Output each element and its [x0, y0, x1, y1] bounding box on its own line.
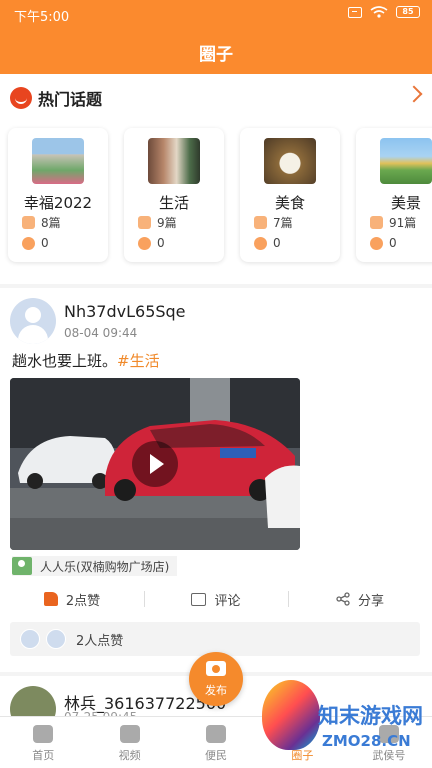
post-body: 趟水也要上班。: [12, 352, 118, 370]
post-text: 趟水也要上班。#生活: [12, 350, 160, 371]
topic-like-count: 0: [370, 236, 397, 250]
topic-card-xingfu[interactable]: 幸福2022 8篇 0: [8, 128, 108, 262]
avatar-body: [18, 325, 48, 344]
watermark: 知末游戏网 ZMO28.CN: [262, 680, 432, 768]
page-title: 圈子: [199, 45, 233, 65]
post-tag[interactable]: #生活: [117, 352, 160, 370]
avatar: [46, 629, 66, 649]
wifi-icon: [370, 6, 388, 18]
hot-topics-title: 热门话题: [38, 90, 103, 109]
location-text: 人人乐(双楠购物广场店): [40, 559, 170, 574]
watermark-text: 知末游戏网: [318, 704, 423, 728]
share-button[interactable]: 分享: [288, 588, 432, 610]
topic-name: 生活: [158, 194, 189, 212]
video-icon: [119, 725, 140, 743]
hot-topics-header: 热门话题: [10, 86, 102, 110]
chevron-right-icon[interactable]: [405, 85, 423, 103]
nav-video[interactable]: 视频: [86, 717, 172, 768]
play-icon[interactable]: [132, 441, 178, 487]
watermark-logo: [262, 680, 320, 750]
document-icon: [370, 216, 383, 229]
status-bar: 下午5:00 85: [0, 0, 432, 28]
topic-post-count: 7篇: [254, 214, 293, 231]
likes-summary-text: 2人点赞: [76, 633, 124, 649]
topic-name: 美食: [274, 194, 305, 212]
status-time: 下午5:00: [14, 10, 70, 25]
topic-thumbnail: [380, 138, 432, 184]
avatar-head: [25, 307, 41, 323]
status-icons: 85: [348, 6, 420, 18]
topic-thumbnail: [32, 138, 84, 184]
topic-like-count: 0: [22, 236, 49, 250]
nav-label: 视频: [118, 749, 141, 762]
nav-label: 便民: [205, 749, 228, 762]
topic-cards: 幸福2022 8篇 0 生活 9篇 0 美食 7篇 0 美景 91篇 0: [8, 128, 432, 262]
topic-card-meijing[interactable]: 美景 91篇 0: [356, 128, 432, 262]
camera-icon: [206, 661, 226, 676]
post-time: 08-04 09:44: [64, 326, 138, 340]
thumbs-up-icon: [43, 592, 58, 606]
nav-label: 首页: [32, 749, 55, 762]
hot-topics-section: 热门话题 幸福2022 8篇 0 生活 9篇 0 美食 7篇 0 美景 91篇 …: [0, 74, 432, 286]
map-pin-icon: [12, 557, 32, 575]
comment-label: 评论: [214, 593, 241, 609]
nav-bianmin[interactable]: 便民: [173, 717, 259, 768]
post-actions: 2点赞 评论 分享: [0, 588, 432, 610]
document-icon: [254, 216, 267, 229]
topic-post-count: 91篇: [370, 214, 416, 231]
share-label: 分享: [357, 593, 384, 609]
like-label: 2点赞: [65, 593, 101, 609]
battery-icon: 85: [396, 6, 420, 18]
topic-thumbnail: [148, 138, 200, 184]
topic-like-count: 0: [138, 236, 165, 250]
comment-icon: [191, 592, 207, 606]
topic-thumbnail: [264, 138, 316, 184]
header: 下午5:00 85 圈子: [0, 0, 432, 74]
topic-post-count: 8篇: [22, 214, 61, 231]
comment-button[interactable]: 评论: [144, 588, 288, 610]
post-username[interactable]: Nh37dvL65Sqe: [64, 302, 186, 321]
home-icon: [33, 725, 54, 743]
publish-button[interactable]: 发布: [189, 652, 243, 706]
hot-topics-logo-icon: [10, 87, 32, 109]
topic-like-count: 0: [254, 236, 281, 250]
topic-name: 幸福2022: [23, 194, 93, 212]
avatar: [20, 629, 40, 649]
section-divider: [0, 284, 432, 288]
document-icon: [138, 216, 151, 229]
nav-home[interactable]: 首页: [0, 717, 86, 768]
like-icon: [138, 236, 151, 250]
topic-name: 美景: [390, 194, 421, 212]
heart-icon: [206, 725, 227, 743]
like-icon: [370, 236, 383, 250]
document-icon: [22, 216, 35, 229]
like-icon: [254, 236, 267, 250]
publish-label: 发布: [205, 684, 227, 697]
like-button[interactable]: 2点赞: [0, 588, 144, 610]
post-video[interactable]: [10, 378, 300, 550]
share-icon: [336, 592, 350, 606]
app: 下午5:00 85 圈子 热门话题 幸福2022 8篇 0 生活 9篇 0 美食…: [0, 0, 432, 768]
avatar[interactable]: [10, 298, 56, 344]
topic-post-count: 9篇: [138, 214, 177, 231]
watermark-sub: ZMO28.CN: [322, 732, 411, 750]
likes-summary[interactable]: 2人点赞: [10, 622, 420, 656]
like-icon: [22, 236, 35, 250]
topic-card-shenghuo[interactable]: 生活 9篇 0: [124, 128, 224, 262]
post-location[interactable]: 人人乐(双楠购物广场店): [12, 556, 178, 576]
topic-card-meishi[interactable]: 美食 7篇 0: [240, 128, 340, 262]
sim-icon: [348, 6, 362, 18]
